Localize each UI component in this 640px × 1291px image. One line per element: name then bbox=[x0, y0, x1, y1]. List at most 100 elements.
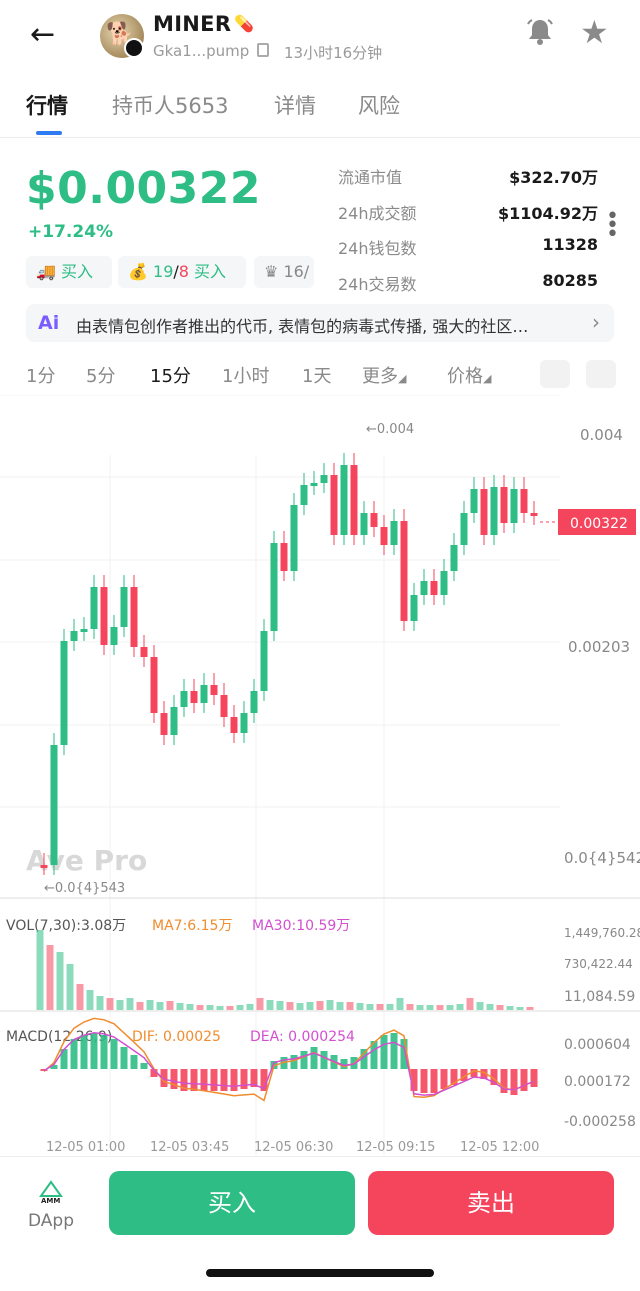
back-arrow-icon[interactable]: ← bbox=[30, 18, 70, 54]
pill-icon: 💊 bbox=[234, 14, 254, 33]
macd-bar bbox=[520, 1069, 528, 1091]
bell-alert-icon[interactable] bbox=[524, 16, 556, 48]
candles bbox=[40, 453, 538, 875]
volume-bar bbox=[326, 1000, 334, 1010]
volume-bar bbox=[396, 998, 404, 1010]
candle-body bbox=[330, 475, 338, 535]
macd-bar bbox=[100, 1035, 108, 1069]
volume-bar bbox=[366, 1004, 374, 1010]
vol-axis-mid: 730,422.44 bbox=[564, 957, 633, 971]
buy-sell-count-chip[interactable]: 💰 19/8 买入 bbox=[118, 256, 246, 288]
candle-body bbox=[350, 465, 358, 535]
macd-axis-mid: 0.000172 bbox=[564, 1074, 631, 1090]
buy-chip[interactable]: 🚚 买入 bbox=[26, 256, 112, 288]
more-vertical-icon[interactable]: • • • bbox=[606, 206, 619, 246]
candle-body bbox=[500, 487, 508, 523]
vol-ma7: MA7:6.15万 bbox=[152, 918, 232, 934]
macd-bar bbox=[300, 1051, 308, 1069]
macd-bar bbox=[110, 1039, 118, 1069]
candle-body bbox=[270, 543, 278, 631]
macd-bar bbox=[430, 1069, 438, 1093]
macd-bar bbox=[310, 1047, 318, 1069]
macd-bar bbox=[130, 1055, 138, 1069]
time-label: 12-05 01:00 bbox=[46, 1140, 125, 1155]
volume-bar bbox=[316, 1001, 324, 1010]
tab-market[interactable]: 行情 bbox=[26, 90, 68, 120]
candle-body bbox=[150, 657, 158, 713]
price-toggle-label: 价格 bbox=[447, 366, 483, 387]
copy-icon[interactable] bbox=[257, 43, 269, 57]
crown-icon: ♛ bbox=[264, 262, 279, 281]
sell-button[interactable]: 卖出 bbox=[368, 1171, 614, 1235]
interval-15m[interactable]: 15分 bbox=[150, 362, 191, 388]
macd-bar bbox=[70, 1039, 78, 1069]
volume-bar bbox=[496, 1005, 504, 1010]
tab-details[interactable]: 详情 bbox=[274, 90, 316, 120]
volume-bar bbox=[486, 1004, 494, 1010]
candle-body bbox=[450, 545, 458, 571]
stat-label-market-cap: 流通市值 bbox=[338, 168, 403, 187]
candle-body bbox=[290, 505, 298, 571]
interval-1m[interactable]: 1分 bbox=[26, 362, 55, 388]
price-axis-mid: 0.00203 bbox=[568, 638, 630, 656]
divider bbox=[0, 1156, 640, 1157]
time-label: 12-05 06:30 bbox=[254, 1140, 333, 1155]
candle-body bbox=[510, 489, 518, 523]
volume-bar bbox=[286, 1002, 294, 1010]
ai-summary-text: 由表情包创作者推出的代币, 表情包的病毒式传播, 强大的社区… bbox=[76, 317, 529, 336]
price-axis-top: 0.004 bbox=[580, 426, 623, 444]
interval-more[interactable]: 更多◢ bbox=[362, 362, 406, 388]
interval-5m[interactable]: 5分 bbox=[86, 362, 115, 388]
vol-ma30: MA30:10.59万 bbox=[252, 918, 350, 934]
volume-bar bbox=[226, 1006, 234, 1010]
volume-bar bbox=[456, 1004, 464, 1010]
candle-body bbox=[440, 571, 448, 595]
token-address[interactable]: Gka1...pump bbox=[153, 42, 249, 60]
candle-body bbox=[310, 483, 318, 486]
tab-holders[interactable]: 持币人5653 bbox=[112, 90, 228, 120]
macd-dea: DEA: 0.000254 bbox=[250, 1029, 355, 1045]
sell-count: 8 bbox=[178, 262, 189, 281]
dapp-label[interactable]: DApp bbox=[28, 1211, 74, 1231]
price-chart[interactable]: Ave Pro ←0.004 ←0.0{4}543 0.004 0.00203 … bbox=[0, 395, 640, 1155]
macd-bar bbox=[390, 1033, 398, 1069]
macd-bar bbox=[440, 1069, 448, 1089]
volume-bar bbox=[386, 1004, 394, 1010]
volume-bar bbox=[96, 996, 104, 1010]
token-title: MINER bbox=[153, 12, 232, 36]
candle-body bbox=[470, 489, 478, 513]
volume-bar bbox=[296, 1003, 304, 1010]
crown-chip[interactable]: ♛ 16/ bbox=[254, 256, 314, 288]
candle-body bbox=[400, 521, 408, 621]
volume-bar bbox=[36, 930, 44, 1010]
caret-down-icon: ◢ bbox=[398, 372, 407, 385]
favorite-star-icon[interactable]: ★ bbox=[580, 16, 609, 48]
volume-bar bbox=[306, 1002, 314, 1010]
volume-bar bbox=[206, 1005, 214, 1010]
stat-value-wallets: 11328 bbox=[542, 235, 598, 254]
price-axis-bottom: 0.0{4}542 bbox=[564, 849, 640, 867]
macd-bar bbox=[200, 1069, 208, 1091]
interval-1d[interactable]: 1天 bbox=[302, 362, 331, 388]
volume-bar bbox=[516, 1007, 524, 1010]
candle-body bbox=[240, 713, 248, 733]
stat-label-volume: 24h成交额 bbox=[338, 204, 417, 223]
volume-bar bbox=[346, 1002, 354, 1010]
buy-count: 19 bbox=[153, 262, 174, 281]
amm-icon[interactable]: AMM bbox=[38, 1178, 64, 1204]
volume-bar bbox=[196, 1005, 204, 1010]
chevron-right-icon[interactable]: › bbox=[592, 310, 600, 334]
macd-axis-bottom: -0.000258 bbox=[564, 1114, 636, 1130]
candle-body bbox=[480, 489, 488, 535]
tab-risk[interactable]: 风险 bbox=[358, 90, 400, 120]
candle-body bbox=[460, 513, 468, 545]
interval-1h[interactable]: 1小时 bbox=[222, 362, 269, 388]
candle-body bbox=[380, 527, 388, 545]
volume-bar bbox=[56, 952, 64, 1010]
buy-button[interactable]: 买入 bbox=[109, 1171, 355, 1235]
price-toggle[interactable]: 价格◢ bbox=[447, 362, 491, 388]
indicator-icon[interactable] bbox=[540, 360, 570, 388]
candle-body bbox=[370, 513, 378, 527]
settings-sliders-icon[interactable] bbox=[586, 360, 616, 388]
macd-bar bbox=[190, 1069, 198, 1091]
